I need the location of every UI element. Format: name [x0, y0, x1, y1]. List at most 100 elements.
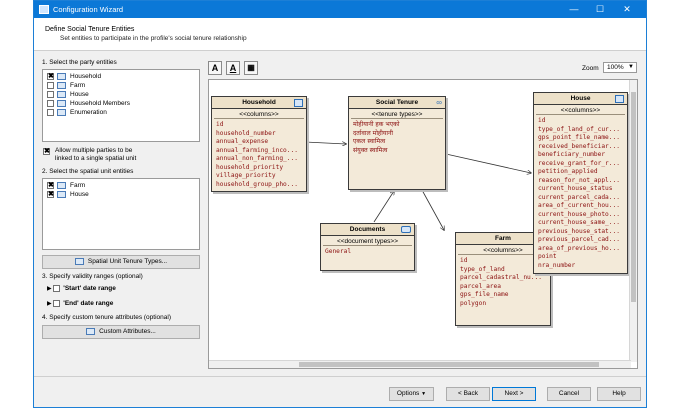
entity-fields: id type_of_land parcel_cadastral_nu... p… — [460, 257, 542, 308]
vertical-scrollbar[interactable] — [629, 80, 637, 362]
back-button[interactable]: < Back — [446, 387, 490, 401]
list-item[interactable]: Household Members — [47, 99, 130, 108]
button-label: Spatial Unit Tenure Types... — [87, 258, 168, 265]
checkbox[interactable] — [47, 90, 54, 98]
table-icon — [57, 90, 66, 98]
scrollbar-thumb[interactable] — [631, 92, 636, 302]
checkbox[interactable] — [47, 81, 54, 89]
list-item-label: House — [70, 191, 89, 198]
field: gps_point_file_name... — [538, 134, 620, 141]
list-item[interactable]: House — [47, 90, 89, 99]
list-item[interactable]: ✖ Farm — [47, 181, 85, 190]
tenure-to-farm-line — [421, 189, 444, 230]
cancel-button[interactable]: Cancel — [547, 387, 591, 401]
entity-fields: id type_of_land_of_cur... gps_point_file… — [538, 117, 620, 270]
field: current_house_photo... — [538, 210, 620, 218]
chevron-down-icon: ▼ — [421, 391, 427, 397]
field: area_of_current_hou... — [538, 202, 620, 209]
checkbox[interactable] — [53, 284, 61, 292]
text-color-tool[interactable]: A — [226, 61, 240, 75]
spatial-entity-list[interactable]: ✖ Farm ✖ House — [42, 178, 200, 250]
validity-section-label: 3. Specify validity ranges (optional) — [42, 273, 143, 280]
checkbox[interactable]: ✖ — [47, 190, 54, 198]
next-button[interactable]: Next > — [492, 387, 536, 401]
text-format-tool[interactable]: A — [208, 61, 222, 75]
field: id — [460, 257, 468, 264]
field: household_number — [216, 129, 276, 137]
allow-multiple-parties-checkbox[interactable]: ✖ — [43, 147, 53, 156]
horizontal-scrollbar[interactable] — [209, 360, 631, 368]
app-icon — [39, 5, 49, 14]
wizard-header: Define Social Tenure Entities Set entiti… — [34, 18, 646, 51]
entity-section: <<columns>> — [214, 110, 304, 119]
page-subtitle: Set entities to participate in the profi… — [60, 35, 247, 42]
field: gps_file_name — [460, 291, 509, 298]
page-title: Define Social Tenure Entities — [45, 26, 135, 33]
zoom-select[interactable]: 100% ▼ — [603, 62, 637, 73]
documents-entity[interactable]: Documents <<document types>> General — [320, 223, 415, 271]
scrollbar-thumb[interactable] — [299, 362, 599, 367]
field: एकल स्वामित्व — [353, 138, 386, 145]
household-to-tenure-line — [304, 142, 346, 144]
entity-section: <<tenure types>> — [351, 110, 443, 119]
field: area_of_previous_ho... — [538, 244, 620, 252]
title-bar[interactable]: Configuration Wizard — ☐ ✕ — [34, 1, 646, 18]
checkbox[interactable] — [53, 299, 61, 307]
table-icon — [615, 95, 624, 103]
zoom-value: 100% — [607, 64, 624, 71]
table-icon — [57, 108, 66, 116]
checkbox[interactable] — [47, 108, 54, 116]
list-item[interactable]: Farm — [47, 81, 85, 90]
field: संयुक्त स्वामित्व — [353, 146, 388, 154]
close-button[interactable]: ✕ — [617, 3, 637, 16]
field: मोहीयानी हक भएको — [353, 121, 400, 128]
spatial-unit-tenure-types-button[interactable]: Spatial Unit Tenure Types... — [42, 255, 200, 269]
minimize-button[interactable]: — — [564, 3, 584, 16]
checkbox[interactable]: ✖ — [47, 72, 54, 80]
field: id — [538, 117, 546, 124]
table-icon — [57, 81, 66, 89]
social-tenure-entity[interactable]: Social Tenure ∞ <<tenure types>> मोहीयान… — [348, 96, 446, 190]
list-item[interactable]: Enumeration — [47, 108, 107, 117]
field: id — [216, 121, 224, 128]
options-button[interactable]: Options ▼ — [389, 387, 434, 401]
start-date-range-toggle[interactable]: ▶ 'Start' date range — [47, 284, 116, 293]
maximize-button[interactable]: ☐ — [590, 3, 610, 16]
field: village_priority — [216, 172, 276, 179]
field: annual_farming_inco... — [216, 146, 298, 154]
list-item-label: House — [70, 91, 89, 98]
field: दर्तावाल मोहीयानी — [353, 129, 394, 137]
table-icon — [57, 99, 66, 107]
field: nra_number — [538, 261, 576, 269]
list-item[interactable]: ✖ Household — [47, 72, 101, 81]
configuration-wizard-window: Configuration Wizard — ☐ ✕ Define Social… — [33, 0, 647, 408]
party-entity-list[interactable]: ✖ Household Farm House Household Members … — [42, 69, 200, 142]
field: current_parcel_cada... — [538, 193, 620, 201]
export-image-tool[interactable]: ▦ — [244, 61, 258, 75]
field: received_beneficiar... — [538, 142, 620, 150]
spatial-section-label: 2. Select the spatial unit entities — [42, 168, 134, 175]
field: type_of_land — [460, 265, 505, 273]
field: beneficiary_number — [538, 151, 606, 158]
field: receive_grant_for_r... — [538, 159, 620, 167]
field: type_of_land_of_cur... — [538, 125, 620, 133]
list-item-label: Enumeration — [70, 109, 107, 116]
table-icon — [57, 190, 66, 198]
field: current_house_same_... — [538, 219, 620, 226]
house-entity[interactable]: House <<columns>> id type_of_land_of_cur… — [533, 92, 628, 274]
link-icon: ∞ — [436, 98, 442, 107]
end-date-range-toggle[interactable]: ▶ 'End' date range — [47, 299, 113, 308]
entity-diagram-canvas[interactable]: Household <<columns>> id household_numbe… — [208, 79, 638, 369]
list-item[interactable]: ✖ House — [47, 190, 89, 199]
wizard-footer: Options ▼ < Back Next > Cancel Help — [34, 376, 646, 407]
table-icon — [86, 327, 96, 335]
field: annual_expense — [216, 138, 269, 145]
checkbox[interactable] — [47, 99, 54, 107]
checkbox[interactable]: ✖ — [43, 147, 50, 155]
custom-attributes-button[interactable]: Custom Attributes... — [42, 325, 200, 339]
field: household_group_pho... — [216, 180, 298, 188]
household-entity[interactable]: Household <<columns>> id household_numbe… — [211, 96, 307, 192]
list-item-label: Farm — [70, 82, 86, 89]
help-button[interactable]: Help — [597, 387, 641, 401]
checkbox[interactable]: ✖ — [47, 181, 54, 189]
